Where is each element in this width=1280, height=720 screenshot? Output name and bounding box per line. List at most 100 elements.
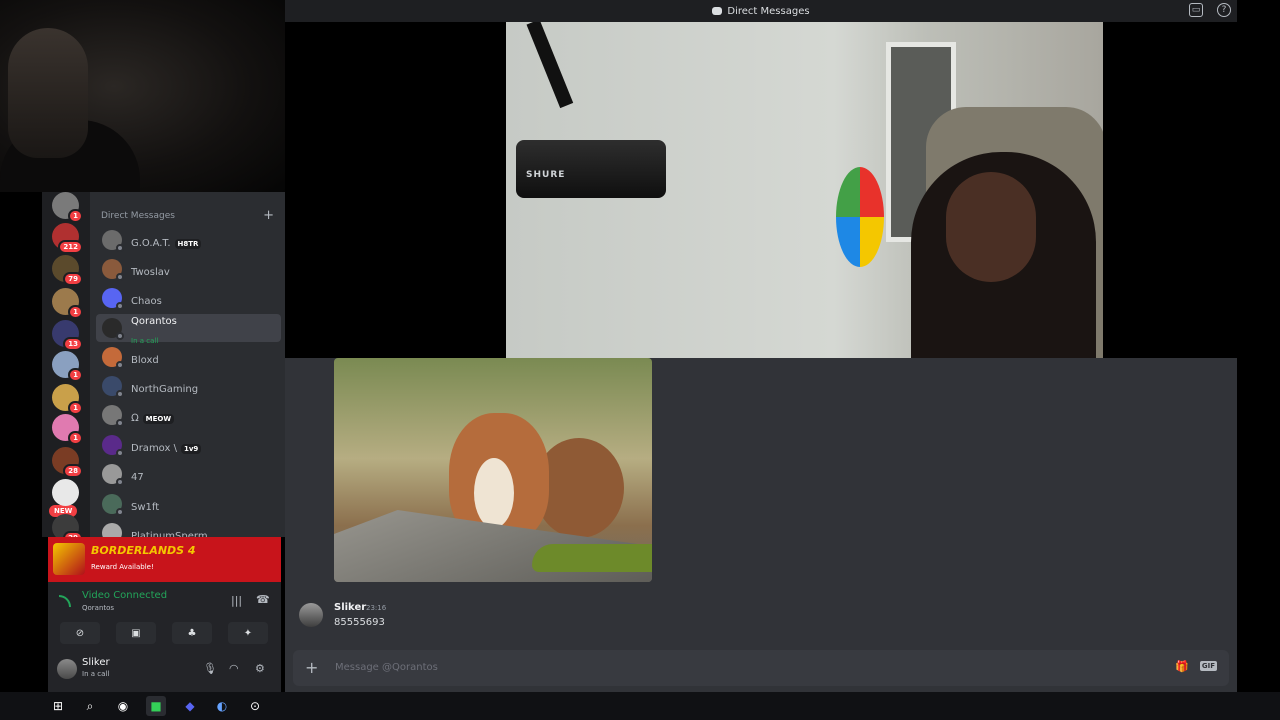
dm-item-text: Sw1ft (122, 495, 159, 514)
activities-button[interactable]: ♣ (172, 622, 212, 644)
headphones-icon[interactable]: ◠ (229, 662, 239, 675)
server-icon[interactable]: 1 (52, 288, 83, 319)
disconnect-icon[interactable]: ☎ (256, 593, 270, 606)
message-timestamp: 23:16 (366, 604, 387, 612)
discord-icon[interactable]: ◆ (180, 696, 200, 716)
dm-item-name: Bloxd (131, 354, 159, 366)
server-badge: 79 (63, 272, 83, 286)
camera-off-button[interactable]: ⊘ (60, 622, 100, 644)
dm-panel: Direct Messages + G.O.A.T. H8TR Twoslav Cha… (90, 192, 285, 537)
server-badge: 28 (63, 464, 83, 478)
dm-item-text: Twoslav (122, 260, 170, 279)
dm-item[interactable]: Twoslav (96, 255, 281, 283)
avatar (102, 318, 124, 340)
server-list: NEW 1212791131112829 (42, 192, 90, 537)
dm-item[interactable]: 47 (96, 460, 281, 488)
squirrel-belly (474, 458, 514, 528)
server-badge: 1 (68, 209, 83, 223)
avatar[interactable] (57, 659, 77, 679)
webcam-person-face (8, 28, 88, 158)
status-indicator (116, 508, 124, 516)
message-input[interactable]: + Message @Qorantos 🎁 GIF (293, 650, 1229, 686)
help-icon[interactable]: ? (1217, 3, 1231, 17)
dm-header: Direct Messages (101, 211, 175, 221)
status-indicator (116, 449, 124, 457)
signal-icon[interactable] (59, 595, 71, 607)
user-name[interactable]: Sliker (82, 657, 110, 668)
microphone-icon[interactable]: 🎙 (203, 662, 217, 675)
promo-banner[interactable]: BORDERLANDS 4 Reward Available! (48, 537, 281, 582)
video-person-face (946, 172, 1036, 282)
chrome-icon[interactable]: ◉ (113, 696, 133, 716)
inbox-icon[interactable]: ▭ (1189, 3, 1203, 17)
search-icon[interactable]: ⌕ (80, 696, 100, 716)
status-indicator (116, 273, 124, 281)
server-icon[interactable]: 29 (52, 514, 83, 537)
server-icon[interactable] (52, 479, 79, 506)
noise-suppression-icon[interactable]: ||| (231, 594, 242, 607)
status-indicator (116, 419, 124, 427)
message-author[interactable]: Sliker (334, 602, 366, 613)
dm-item-name: Twoslav (131, 266, 170, 278)
app-green-icon[interactable]: ■ (146, 696, 166, 716)
voice-panel: Video Connected Qorantos ||| ☎ ⊘ ▣ ♣ ✦ (48, 582, 281, 652)
call-video-feed[interactable]: SHURE (506, 22, 1103, 358)
server-icon[interactable]: 212 (52, 223, 83, 254)
server-badge: 1 (68, 401, 83, 415)
server-icon[interactable]: 1 (52, 192, 83, 223)
server-badge: 1 (68, 368, 83, 382)
server-icon[interactable]: 28 (52, 447, 83, 478)
gift-icon[interactable]: 🎁 (1175, 660, 1189, 673)
screen-share-button[interactable]: ▣ (116, 622, 156, 644)
right-black-margin (1237, 0, 1280, 692)
avatar (102, 347, 124, 369)
mic-brand: SHURE (526, 170, 566, 180)
squirrel-image-attachment[interactable] (334, 358, 652, 582)
dm-item-text: Dramox \ 1v9 (122, 436, 202, 455)
dm-item-name: Chaos (131, 295, 162, 307)
soundboard-button[interactable]: ✦ (228, 622, 268, 644)
server-badge: 1 (68, 305, 83, 319)
recording-app-icon[interactable]: ⊙ (245, 696, 265, 716)
steam-icon[interactable]: ◐ (212, 696, 232, 716)
dm-item[interactable]: Bloxd (96, 343, 281, 371)
message-input-placeholder[interactable]: Message @Qorantos (335, 662, 438, 673)
avatar (102, 288, 124, 310)
dm-item-text: Bloxd (122, 348, 159, 367)
windows-start-icon[interactable]: ⊞ (48, 696, 68, 716)
avatar (102, 523, 122, 537)
server-icon[interactable]: 1 (52, 414, 83, 445)
attach-plus-icon[interactable]: + (305, 658, 318, 677)
dm-item-text: Chaos (122, 289, 162, 308)
promo-subtitle: Reward Available! (91, 563, 154, 571)
gif-icon[interactable]: GIF (1199, 661, 1217, 671)
server-icon[interactable]: 1 (52, 351, 83, 382)
voice-status[interactable]: Video Connected (82, 590, 167, 601)
dm-item[interactable]: Dramox \ 1v9 (96, 431, 281, 459)
taskbar: ⊞ ⌕ ◉ ■ ◆ ◐ ⊙ (0, 692, 1280, 720)
dm-item-name: NorthGaming (131, 383, 199, 395)
dm-item[interactable]: G.O.A.T. H8TR (96, 226, 281, 254)
status-indicator (116, 478, 124, 486)
video-stage: SHURE (287, 22, 1237, 358)
dm-item[interactable]: Ω MEOW (96, 401, 281, 429)
dm-item[interactable]: Chaos (96, 284, 281, 312)
server-icon[interactable]: 79 (52, 255, 83, 286)
message-avatar[interactable] (299, 603, 323, 627)
dm-item-text: Qorantos In a call (122, 309, 177, 347)
avatar (102, 405, 124, 427)
dm-item[interactable]: Qorantos In a call (96, 314, 281, 345)
create-dm-button[interactable]: + (263, 208, 274, 223)
server-icon[interactable]: 13 (52, 320, 83, 351)
dm-item-text: Ω MEOW (122, 406, 175, 425)
window-titlebar: Direct Messages ▭ ? (285, 0, 1237, 22)
server-badge: 212 (58, 240, 83, 254)
guild-tag: H8TR (174, 238, 202, 249)
server-icon[interactable]: 1 (52, 384, 83, 415)
dm-item[interactable]: PlatinumSperm (96, 519, 281, 537)
voice-channel[interactable]: Qorantos (82, 604, 114, 612)
dm-item-name: Ω (131, 412, 139, 424)
dm-item[interactable]: Sw1ft (96, 490, 281, 518)
settings-gear-icon[interactable]: ⚙ (255, 662, 265, 675)
dm-item[interactable]: NorthGaming (96, 372, 281, 400)
